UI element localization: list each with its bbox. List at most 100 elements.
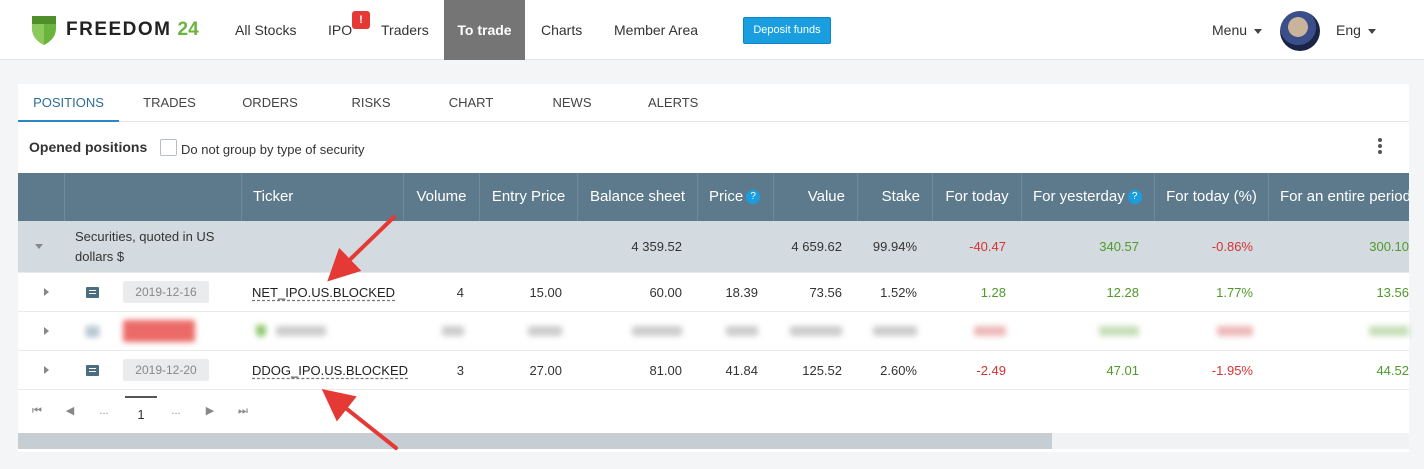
- row-volume: 3: [456, 362, 464, 378]
- row-redacted-yesterday: [1021, 312, 1139, 350]
- row-ticker-cell[interactable]: NET_IPO.US.BLOCKED: [252, 273, 395, 311]
- nav-all-stocks[interactable]: All Stocks: [235, 0, 296, 60]
- redacted-value: [632, 326, 682, 336]
- header-for-today[interactable]: For today: [932, 173, 1021, 221]
- row-expand[interactable]: [44, 312, 49, 350]
- tab-risks[interactable]: RISKS: [348, 84, 394, 122]
- chevron-right-icon[interactable]: [44, 288, 49, 296]
- scrollbar-thumb[interactable]: [18, 433, 1052, 449]
- row-ticker-cell[interactable]: DDOG_IPO.US.BLOCKED: [252, 351, 408, 389]
- more-options-icon[interactable]: [1368, 136, 1392, 160]
- nav-ipo[interactable]: IPO: [328, 0, 352, 60]
- header-entire-period[interactable]: For an entire period: [1268, 173, 1409, 221]
- tab-orders[interactable]: ORDERS: [239, 84, 301, 122]
- ipo-alert-badge: !: [352, 11, 370, 29]
- tab-bar: POSITIONS TRADES ORDERS RISKS CHART NEWS…: [18, 84, 1409, 122]
- row-expand[interactable]: [44, 351, 49, 389]
- row-redacted-period: [1268, 312, 1409, 350]
- table-group-row[interactable]: Securities, quoted in US dollars $ 4 359…: [18, 221, 1409, 273]
- chevron-right-icon[interactable]: [44, 366, 49, 374]
- first-page-icon[interactable]: ⏮: [28, 390, 46, 432]
- header-volume[interactable]: Volume: [403, 173, 479, 221]
- row-comment[interactable]: [86, 351, 99, 389]
- group-today: -40.47: [969, 239, 1006, 254]
- table-row[interactable]: 2019-12-16 NET_IPO.US.BLOCKED 4 15.00 60…: [18, 273, 1409, 312]
- trading-panel: POSITIONS TRADES ORDERS RISKS CHART NEWS…: [18, 84, 1409, 452]
- info-icon[interactable]: ?: [1127, 190, 1142, 205]
- top-navigation: FREEDOM 24 All Stocks IPO ! Traders To t…: [0, 0, 1424, 60]
- redacted-value: [1369, 326, 1409, 336]
- group-stake: 99.94%: [872, 239, 917, 254]
- nav-to-trade[interactable]: To trade: [444, 0, 525, 60]
- header-entry-price[interactable]: Entry Price: [479, 173, 577, 221]
- table-row[interactable]: 2019-12-20 DDOG_IPO.US.BLOCKED 3 27.00 8…: [18, 351, 1409, 390]
- deposit-funds-button[interactable]: Deposit funds: [743, 17, 831, 44]
- pagination: ⏮ ◀ ... 1 ... ▶ ⏭: [18, 390, 1409, 432]
- group-by-type-label[interactable]: Do not group by type of security: [181, 142, 365, 157]
- tab-chart[interactable]: CHART: [446, 84, 496, 122]
- next-page-icon[interactable]: ▶: [202, 390, 218, 432]
- header-balance-sheet[interactable]: Balance sheet: [577, 173, 697, 221]
- comment-icon: [86, 325, 99, 337]
- last-page-icon[interactable]: ⏭: [234, 390, 252, 432]
- row-redacted-balance: [577, 312, 682, 350]
- menu-label: Menu: [1212, 22, 1248, 38]
- row-comment[interactable]: [86, 273, 99, 311]
- menu-dropdown[interactable]: Menu: [1212, 0, 1263, 60]
- nav-traders[interactable]: Traders: [381, 0, 429, 60]
- row-period: 44.52: [1376, 362, 1409, 378]
- row-comment: [86, 312, 99, 350]
- row-yesterday: 47.01: [1106, 362, 1139, 378]
- redacted-ticker: [276, 326, 326, 336]
- date-badge: 2019-12-20: [123, 359, 209, 381]
- tab-trades[interactable]: TRADES: [137, 84, 202, 122]
- header-price[interactable]: Price?: [697, 173, 773, 221]
- shield-logo-icon: [32, 16, 56, 45]
- page-1[interactable]: 1: [125, 396, 157, 432]
- group-value: 4 659.62: [791, 239, 842, 254]
- header-for-yesterday-label: For yesterday: [1033, 188, 1125, 205]
- avatar[interactable]: [1280, 11, 1320, 51]
- row-expand[interactable]: [44, 273, 49, 311]
- tab-news[interactable]: NEWS: [550, 84, 594, 122]
- language-label: Eng: [1336, 22, 1361, 38]
- header-for-today-pct[interactable]: For today (%): [1154, 173, 1268, 221]
- row-balance: 81.00: [649, 362, 682, 378]
- horizontal-scrollbar[interactable]: [18, 433, 1409, 449]
- tab-positions[interactable]: POSITIONS: [18, 84, 119, 122]
- chevron-right-icon[interactable]: [44, 327, 49, 335]
- tab-alerts[interactable]: ALERTS: [648, 84, 698, 122]
- header-ticker[interactable]: Ticker: [241, 173, 403, 221]
- ticker-link[interactable]: NET_IPO.US.BLOCKED: [252, 285, 395, 300]
- table-row-redacted[interactable]: [18, 312, 1409, 351]
- pager-ellipsis-left[interactable]: ...: [94, 390, 114, 432]
- prev-page-icon[interactable]: ◀: [62, 390, 78, 432]
- row-balance: 60.00: [649, 284, 682, 300]
- header-for-yesterday[interactable]: For yesterday?: [1021, 173, 1154, 221]
- ticker-link[interactable]: DDOG_IPO.US.BLOCKED: [252, 363, 408, 378]
- pager-ellipsis-right[interactable]: ...: [166, 390, 186, 432]
- row-today-pct: 1.77%: [1216, 284, 1253, 300]
- row-redacted-today-pct: [1154, 312, 1253, 350]
- nav-charts[interactable]: Charts: [541, 0, 582, 60]
- header-meta-col: [64, 173, 241, 221]
- comment-icon[interactable]: [86, 364, 99, 376]
- row-entry-price: 15.00: [529, 284, 562, 300]
- row-period: 13.56: [1376, 284, 1409, 300]
- row-redacted-value: [773, 312, 842, 350]
- nav-member-area[interactable]: Member Area: [614, 0, 698, 60]
- logo[interactable]: FREEDOM 24: [30, 14, 199, 46]
- comment-icon[interactable]: [86, 286, 99, 298]
- group-by-type-checkbox[interactable]: [160, 139, 177, 156]
- chevron-down-icon[interactable]: [35, 244, 43, 249]
- row-value: 73.56: [809, 284, 842, 300]
- brand-number: 24: [177, 19, 199, 40]
- info-icon[interactable]: ?: [746, 190, 761, 205]
- header-value[interactable]: Value: [773, 173, 857, 221]
- header-stake[interactable]: Stake: [857, 173, 932, 221]
- header-price-label: Price: [709, 188, 744, 205]
- group-balance: 4 359.52: [631, 239, 682, 254]
- chevron-down-icon: [1367, 28, 1376, 34]
- language-dropdown[interactable]: Eng: [1336, 0, 1376, 60]
- group-collapse[interactable]: [35, 221, 43, 272]
